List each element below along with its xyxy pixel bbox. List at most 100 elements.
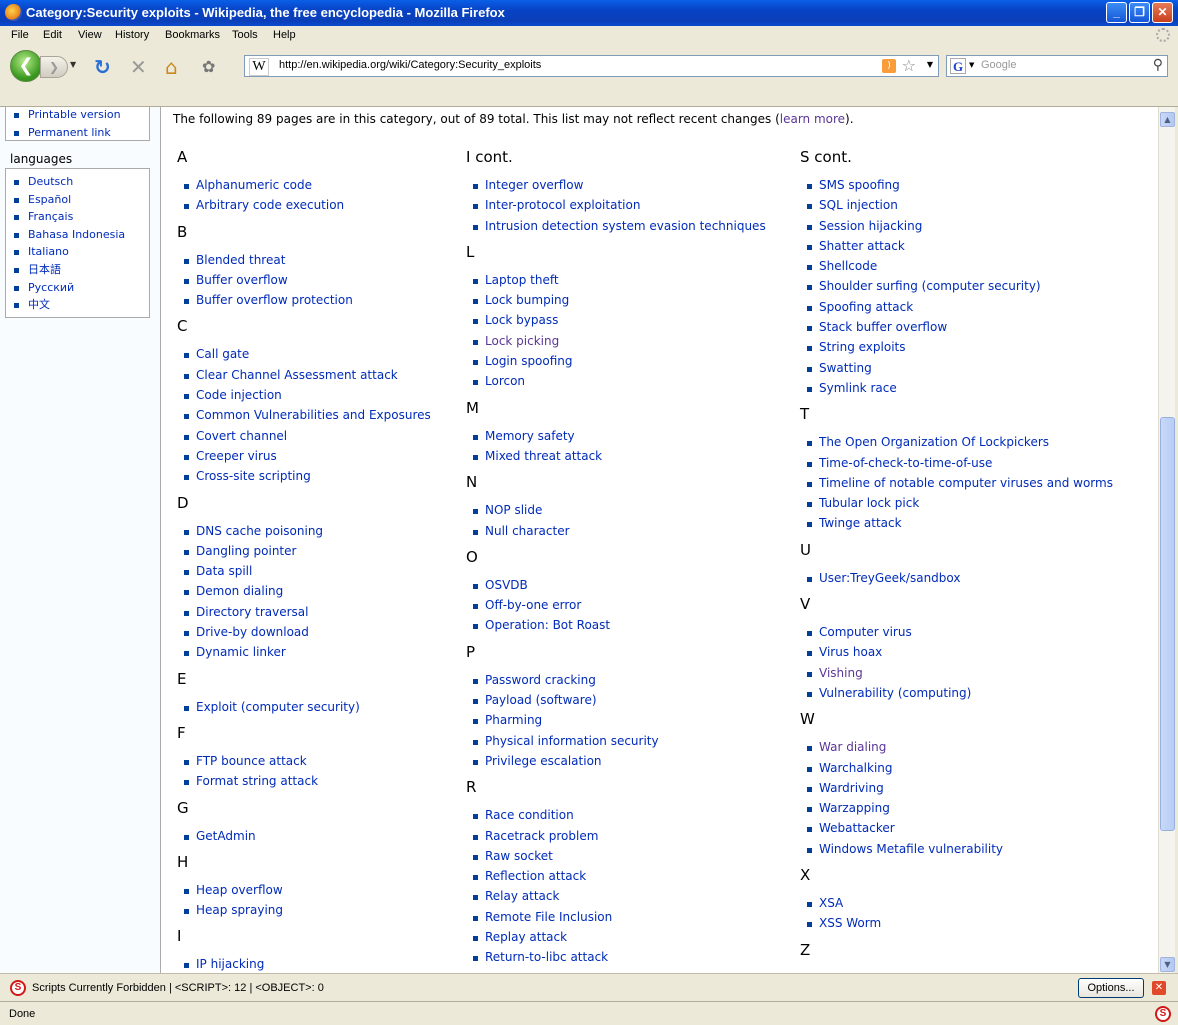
category-link[interactable]: Clear Channel Assessment attack [177,365,431,385]
search-input[interactable]: Google [981,59,1016,71]
category-link[interactable]: XSS Worm [800,913,1113,933]
category-link[interactable]: Password cracking [466,670,766,690]
category-link[interactable]: Tubular lock pick [800,493,1113,513]
category-link[interactable]: Directory traversal [177,602,431,622]
category-link[interactable]: Symlink race [800,378,1113,398]
language-item[interactable]: 日本語 [6,261,149,279]
toolbox-item[interactable]: Printable version [6,107,149,124]
back-button[interactable]: ❮ [10,50,42,82]
category-link[interactable]: Spoofing attack [800,297,1113,317]
engine-dropdown-icon[interactable]: ▼ [969,61,974,69]
category-link[interactable]: Operation: Bot Roast [466,615,766,635]
category-link[interactable]: Covert channel [177,426,431,446]
category-link[interactable]: Exploit (computer security) [177,697,431,717]
category-link[interactable]: Heap spraying [177,900,431,920]
forward-button[interactable]: ❯ [40,56,68,78]
menu-bookmarks[interactable]: Bookmarks [165,29,220,41]
category-link[interactable]: Racetrack problem [466,826,766,846]
window-titlebar[interactable]: Category:Security exploits - Wikipedia, … [0,0,1178,26]
category-link[interactable]: Vishing [800,663,1113,683]
category-link[interactable]: Twinge attack [800,513,1113,533]
home-icon[interactable]: ⌂ [165,57,178,77]
category-link[interactable]: DNS cache poisoning [177,521,431,541]
menu-view[interactable]: View [78,29,102,41]
category-link[interactable]: Reflection attack [466,866,766,886]
category-link[interactable]: Pharming [466,710,766,730]
category-link[interactable]: Cross-site scripting [177,466,431,486]
category-link[interactable]: Warzapping [800,798,1113,818]
minimize-button[interactable]: _ [1106,2,1127,23]
category-link[interactable]: Session hijacking [800,216,1113,236]
category-link[interactable]: Replay attack [466,927,766,947]
url-dropdown-icon[interactable]: ▼ [927,60,933,69]
menu-tools[interactable]: Tools [232,29,258,41]
category-link[interactable]: Call gate [177,344,431,364]
category-link[interactable]: Privilege escalation [466,751,766,771]
category-link[interactable]: Time-of-check-to-time-of-use [800,453,1113,473]
category-link[interactable]: Lock bumping [466,290,766,310]
category-link[interactable]: Memory safety [466,426,766,446]
category-link[interactable]: Vulnerability (computing) [800,683,1113,703]
addon-icon[interactable]: ✿ [202,58,215,76]
category-link[interactable]: Dynamic linker [177,642,431,662]
language-item[interactable]: Italiano [6,243,149,261]
toolbox-item[interactable]: Permanent link [6,124,149,142]
rss-feed-icon[interactable]: ) [882,59,896,73]
bookmark-star-icon[interactable]: ☆ [902,56,916,75]
maximize-button[interactable]: ❐ [1129,2,1150,23]
category-link[interactable]: Alphanumeric code [177,175,431,195]
scroll-up-icon[interactable]: ▲ [1160,112,1175,127]
category-link[interactable]: Shoulder surfing (computer security) [800,276,1113,296]
language-item[interactable]: Русский [6,279,149,297]
noscript-close-icon[interactable]: ✕ [1152,981,1166,995]
noscript-options-button[interactable]: Options... [1078,978,1144,998]
category-link[interactable]: Code injection [177,385,431,405]
category-link[interactable]: Windows Metafile vulnerability [800,839,1113,859]
category-link[interactable]: Creeper virus [177,446,431,466]
category-link[interactable]: Laptop theft [466,270,766,290]
category-link[interactable]: Null character [466,521,766,541]
category-link[interactable]: Format string attack [177,771,431,791]
category-link[interactable]: Mixed threat attack [466,446,766,466]
close-button[interactable]: ✕ [1152,2,1173,23]
scroll-thumb[interactable] [1160,417,1175,831]
category-link[interactable]: Warchalking [800,758,1113,778]
category-link[interactable]: SMS spoofing [800,175,1113,195]
menu-file[interactable]: File [11,29,29,41]
vertical-scrollbar[interactable]: ▲ ▼ [1158,107,1175,973]
category-link[interactable]: Intrusion detection system evasion techn… [466,216,766,236]
menu-history[interactable]: History [115,29,149,41]
google-engine-icon[interactable]: G [950,58,966,74]
search-bar[interactable]: G ▼ Google ⚲ [946,55,1168,77]
category-link[interactable]: Shellcode [800,256,1113,276]
stop-icon[interactable]: ✕ [130,57,147,77]
category-link[interactable]: Raw socket [466,846,766,866]
category-link[interactable]: Physical information security [466,731,766,751]
category-link[interactable]: NOP slide [466,500,766,520]
menu-help[interactable]: Help [273,29,296,41]
category-link[interactable]: Shatter attack [800,236,1113,256]
category-link[interactable]: Buffer overflow protection [177,290,431,310]
menu-edit[interactable]: Edit [43,29,62,41]
category-link[interactable]: Lock picking [466,331,766,351]
learn-more-link[interactable]: learn more [780,112,845,126]
category-link[interactable]: Timeline of notable computer viruses and… [800,473,1113,493]
category-link[interactable]: Demon dialing [177,581,431,601]
category-link[interactable]: Lorcon [466,371,766,391]
reload-icon[interactable]: ↻ [94,57,111,77]
language-item[interactable]: Bahasa Indonesia [6,226,149,244]
language-item[interactable]: Deutsch [6,173,149,191]
category-link[interactable]: Payload (software) [466,690,766,710]
category-link[interactable]: The Open Organization Of Lockpickers [800,432,1113,452]
history-dropdown-icon[interactable]: ▼ [70,60,76,69]
category-link[interactable]: Wardriving [800,778,1113,798]
category-link[interactable]: String exploits [800,337,1113,357]
category-link[interactable]: Computer virus [800,622,1113,642]
category-link[interactable]: War dialing [800,737,1113,757]
category-link[interactable]: Stack buffer overflow [800,317,1113,337]
category-link[interactable]: Relay attack [466,886,766,906]
category-link[interactable]: FTP bounce attack [177,751,431,771]
url-bar[interactable]: W http://en.wikipedia.org/wiki/Category:… [244,55,939,77]
category-link[interactable]: Race condition [466,805,766,825]
category-link[interactable]: Return-to-libc attack [466,947,766,967]
